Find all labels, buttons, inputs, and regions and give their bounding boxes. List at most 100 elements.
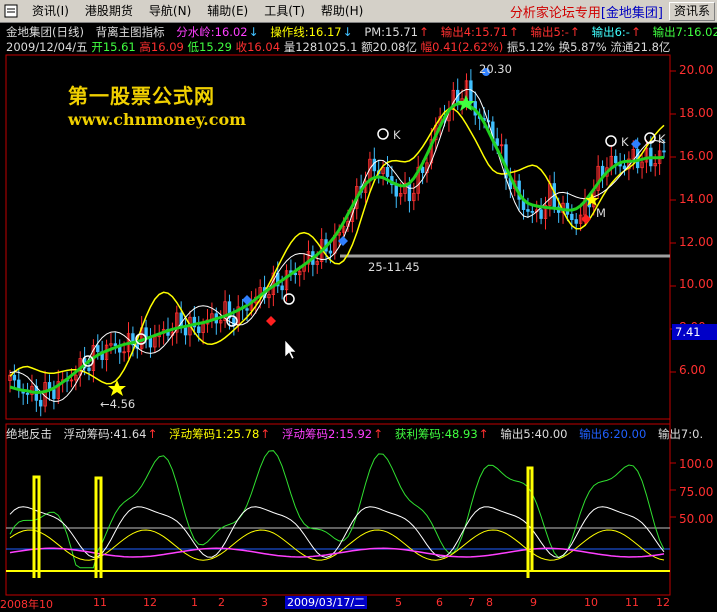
candle-body (570, 213, 574, 220)
time-label: 10 (584, 596, 598, 609)
down-arrow-icon: ↓ (248, 25, 259, 39)
lower-profit: 获利筹码:48.93 (394, 427, 478, 441)
k-label: K (393, 128, 401, 142)
brand-stock: [金地集团] (600, 5, 663, 21)
lower-ticks (670, 462, 676, 518)
quote-amount: 额20.08亿 (361, 40, 417, 54)
up-arrow-icon: ↑ (569, 25, 580, 39)
candle-body (530, 210, 535, 213)
time-label: 5 (395, 596, 402, 609)
candle-body (394, 184, 398, 197)
time-label: 3 (261, 596, 268, 609)
indicator-header: 金地集团(日线) 背离主图指标 分水岭:16.02↓ 操作线:16.17↓ PM… (6, 24, 717, 40)
time-label: 6 (436, 596, 443, 609)
candle-body (52, 389, 56, 399)
quote-turnover: 换5.87% (558, 40, 607, 54)
menu-bangzhu[interactable]: 帮助(H) (313, 1, 371, 21)
time-label: 8 (486, 596, 493, 609)
lower-signal-spikes (32, 466, 534, 578)
stock-name: 金地集团(日线) (6, 25, 84, 39)
quote-float: 流通21.8亿 (610, 40, 671, 54)
k-signal-icon (283, 293, 295, 305)
blue-diamond-icon (631, 139, 641, 149)
candle-body (622, 165, 627, 170)
candle-body (407, 182, 412, 202)
m-label: M (596, 206, 606, 220)
upper-lower-band-yellow (9, 107, 665, 385)
k-label: K (621, 135, 629, 149)
lower-axis-label: 50.00 (679, 512, 714, 526)
menu-daohang[interactable]: 导航(N) (141, 1, 199, 21)
lower-axis-label: 75.00 (679, 485, 714, 499)
lower-line-green (9, 450, 665, 569)
price-label: 18.00 (679, 106, 714, 120)
menu-gongju[interactable]: 工具(T) (256, 1, 313, 21)
cursor-date-flag: 2009/03/17/二 (285, 596, 368, 609)
candle-body (328, 250, 333, 254)
up-arrow-icon: ↑ (418, 25, 430, 39)
price-label: 6.00 (679, 363, 706, 377)
quote-volume: 量1281025.1 (283, 40, 358, 54)
out7-value: 输出7:16.02 (652, 25, 717, 39)
quote-low: 低15.29 (187, 40, 232, 54)
down-arrow-icon: ↓ (342, 25, 353, 39)
up-arrow-icon: ↑ (147, 427, 158, 441)
candle-body (280, 285, 284, 291)
app-icon[interactable] (2, 2, 20, 20)
fsl-value: 分水岭:16.02 (176, 25, 248, 39)
peak-label: 20.30 (479, 62, 512, 76)
up-arrow-icon: ↑ (630, 25, 642, 39)
menu-ganggu[interactable]: 港股期货 (77, 1, 141, 21)
info-button[interactable]: 资讯系 (668, 1, 715, 21)
time-label: 2 (218, 596, 225, 609)
candle-body (87, 367, 91, 371)
out4-value: 输出4:15.71 (440, 25, 508, 39)
candle-body (12, 374, 17, 381)
indicator-name: 背离主图指标 (95, 25, 165, 39)
menu-zixun[interactable]: 资讯(I) (24, 1, 77, 21)
quote-change: 幅0.41(2.62%) (420, 40, 504, 54)
price-label: 14.00 (679, 192, 714, 206)
candle-body (245, 308, 249, 311)
lower-f2: 浮动筹码1:25.78 (169, 427, 260, 441)
up-arrow-icon: ↑ (373, 427, 384, 441)
watermark-url: www.chnmoney.com (68, 110, 247, 129)
up-arrow-icon: ↑ (508, 25, 519, 39)
lower-out7: 输出7:0. (657, 427, 704, 441)
quote-open: 开15.61 (91, 40, 136, 54)
out5-value: 输出5:- (530, 25, 569, 39)
up-arrow-icon: ↑ (260, 427, 271, 441)
candle-body (25, 392, 30, 395)
k-signal-icon (605, 135, 617, 147)
current-price-tag: 7.41 (672, 324, 717, 340)
red-diamond-icon (266, 316, 276, 326)
watermark-title: 第一股票公式网 (68, 84, 215, 108)
candle-body (614, 155, 618, 164)
lower-chart-frame (5, 423, 671, 596)
candle-body (372, 158, 377, 172)
quote-header: 2009/12/04/五 开15.61 高16.09 低15.29 收16.04… (6, 39, 670, 55)
price-label: 16.00 (679, 149, 714, 163)
lower-f1: 浮动筹码:41.64 (63, 427, 147, 441)
menu-fuzhu[interactable]: 辅助(E) (199, 1, 256, 21)
cursor-arrow-icon (284, 339, 297, 360)
price-label: 12.00 (679, 235, 714, 249)
quote-date: 2009/12/04/五 (6, 40, 88, 54)
out6-value: 输出6:- (591, 25, 630, 39)
time-label: 1 (191, 596, 198, 609)
ma-line-green (9, 102, 665, 395)
czx-value: 操作线:16.17 (270, 25, 342, 39)
quote-close: 收16.04 (235, 40, 281, 54)
candle-body (113, 343, 118, 346)
brand-title: 分析家论坛专用[金地集团] (509, 5, 663, 21)
k-label: K (658, 132, 666, 146)
candle-body (385, 166, 390, 177)
time-label: 12 (656, 596, 670, 609)
support-label: 25-11.45 (368, 260, 420, 274)
candle-body (469, 80, 473, 103)
lower-out5: 输出5:40.00 (500, 427, 568, 441)
lower-f3: 浮动筹码2:15.92 (282, 427, 373, 441)
up-arrow-icon: ↑ (478, 427, 489, 441)
candle-body (197, 326, 201, 333)
time-label: 12 (143, 596, 157, 609)
